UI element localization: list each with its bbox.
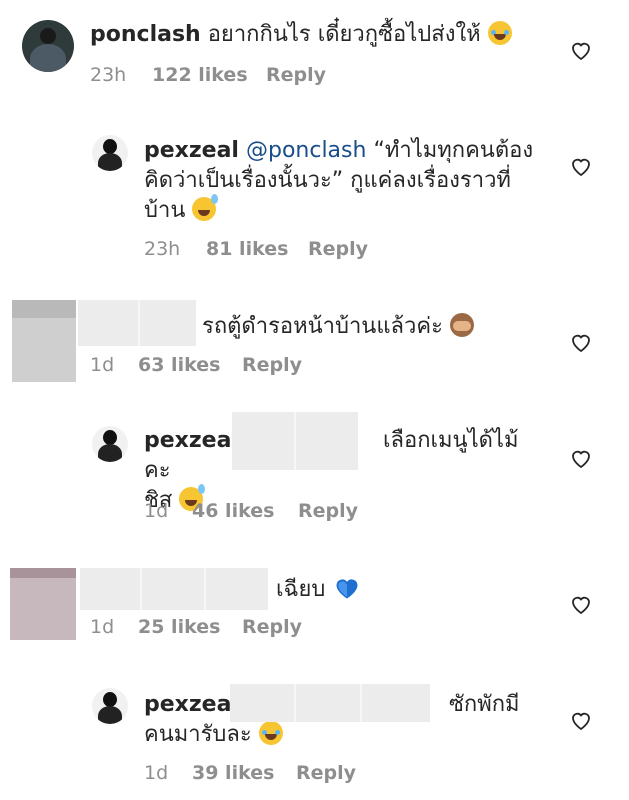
tears-of-joy-emoji-icon bbox=[258, 721, 283, 745]
comment-username[interactable]: pexzeal bbox=[144, 138, 239, 163]
heart-outline-icon[interactable] bbox=[569, 446, 593, 470]
comment-text: รถตู้ดำรอหน้าบ้านแล้วค่ะ bbox=[202, 312, 582, 342]
mention-blurred bbox=[232, 412, 358, 470]
comment-username[interactable]: pexzeal bbox=[144, 692, 239, 717]
comment-item: รถตู้ดำรอหน้าบ้านแล้วค่ะ 1d 63 likes Rep… bbox=[0, 298, 629, 398]
comment-time: 1d bbox=[144, 500, 169, 522]
comment-time: 1d bbox=[90, 354, 115, 376]
comment-body-line3: บ้าน bbox=[144, 198, 186, 223]
comment-text: เฉียบ bbox=[276, 574, 476, 605]
comment-text: pexzeal @ponclash “ทำไมทุกคนต้อง คิดว่าเ… bbox=[144, 136, 544, 226]
comment-meta: 1d 63 likes Reply bbox=[90, 354, 302, 376]
comment-reply-item: pexzeal @ponclash “ทำไมทุกคนต้อง คิดว่าเ… bbox=[0, 130, 629, 280]
comment-meta: 1d 39 likes Reply bbox=[144, 762, 356, 784]
heart-outline-icon[interactable] bbox=[569, 330, 593, 354]
comment-likes[interactable]: 39 likes bbox=[192, 762, 296, 784]
heart-outline-icon[interactable] bbox=[569, 592, 593, 616]
comment-likes[interactable]: 63 likes bbox=[138, 354, 242, 376]
comment-item: ponclash อยากกินไร เดี๋ยวกูซื้อไปส่งให้ … bbox=[0, 0, 629, 100]
reply-button[interactable]: Reply bbox=[298, 500, 358, 522]
comment-body-line2: คิดว่าเป็นเรื่องนั้นวะ” กูแค่ลงเรื่องราว… bbox=[144, 168, 511, 193]
comment-body-line2: คนมารับละ bbox=[144, 722, 252, 747]
tears-of-joy-emoji-icon bbox=[487, 21, 512, 45]
avatar-blurred bbox=[10, 568, 76, 640]
mention-blurred bbox=[230, 684, 430, 722]
comment-meta: 23h 122 likes Reply bbox=[90, 64, 326, 86]
avatar[interactable] bbox=[92, 688, 128, 724]
comment-username[interactable]: pexzeal bbox=[144, 428, 239, 453]
comment-meta: 23h 81 likes Reply bbox=[144, 238, 368, 260]
comment-body-line1: ซักพักมี bbox=[448, 692, 520, 717]
comment-likes[interactable]: 81 likes bbox=[206, 238, 308, 260]
comment-likes[interactable]: 46 likes bbox=[192, 500, 298, 522]
reply-button[interactable]: Reply bbox=[242, 616, 302, 638]
mention-link[interactable]: @ponclash bbox=[246, 138, 366, 163]
blue-heart-emoji-icon bbox=[336, 579, 358, 599]
comment-meta: 1d 25 likes Reply bbox=[90, 616, 302, 638]
comment-time: 1d bbox=[90, 616, 115, 638]
grinning-sweat-emoji-icon bbox=[192, 194, 219, 221]
avatar[interactable] bbox=[92, 426, 128, 462]
comment-text: ponclash อยากกินไร เดี๋ยวกูซื้อไปส่งให้ bbox=[90, 20, 560, 50]
comment-time: 1d bbox=[144, 762, 169, 784]
reply-button[interactable]: Reply bbox=[296, 762, 356, 784]
comment-body: รถตู้ดำรอหน้าบ้านแล้วค่ะ bbox=[202, 314, 443, 339]
avatar[interactable] bbox=[22, 20, 74, 72]
comment-time: 23h bbox=[90, 64, 127, 86]
see-no-evil-monkey-emoji-icon bbox=[449, 313, 474, 337]
heart-outline-icon[interactable] bbox=[569, 708, 593, 732]
reply-button[interactable]: Reply bbox=[242, 354, 302, 376]
avatar-blurred bbox=[12, 300, 76, 382]
comment-meta: 1d 46 likes Reply bbox=[144, 500, 358, 522]
reply-button[interactable]: Reply bbox=[266, 64, 326, 86]
heart-outline-icon[interactable] bbox=[569, 154, 593, 178]
comment-likes[interactable]: 25 likes bbox=[138, 616, 242, 638]
reply-button[interactable]: Reply bbox=[308, 238, 368, 260]
comment-reply-item: pexzeal ซักพักมี คนมารับละ 1d 39 likes R… bbox=[0, 676, 629, 796]
comment-reply-item: pexzeal เลือกเมนูได้ไม้คะ ชิส 1d 46 like… bbox=[0, 412, 629, 532]
comment-body: อยากกินไร เดี๋ยวกูซื้อไปส่งให้ bbox=[207, 22, 481, 47]
comment-body-line1: “ทำไมทุกคนต้อง bbox=[373, 138, 534, 163]
avatar[interactable] bbox=[92, 135, 128, 171]
comment-username[interactable]: ponclash bbox=[90, 22, 201, 47]
comment-time: 23h bbox=[144, 238, 181, 260]
comment-likes[interactable]: 122 likes bbox=[152, 64, 266, 86]
heart-outline-icon[interactable] bbox=[569, 38, 593, 62]
username-blurred bbox=[80, 568, 268, 610]
comment-body: เฉียบ bbox=[276, 577, 326, 602]
username-blurred bbox=[78, 300, 196, 346]
comment-item: เฉียบ 1d 25 likes Reply bbox=[0, 566, 629, 646]
